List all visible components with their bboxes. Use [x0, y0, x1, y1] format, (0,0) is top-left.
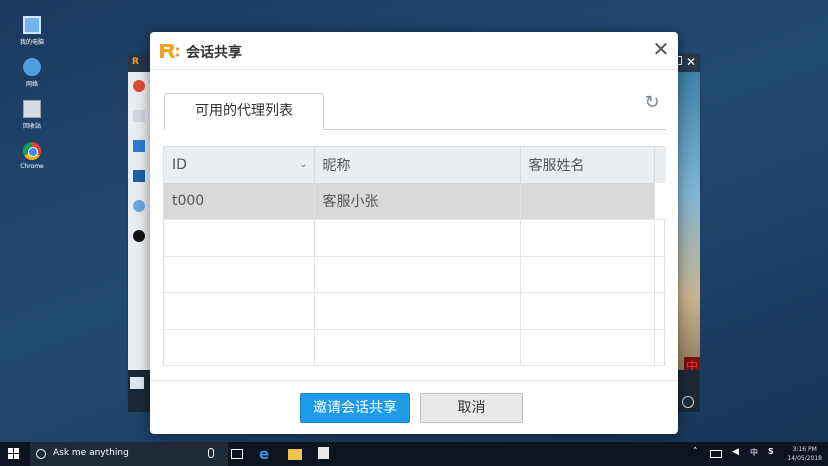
desktop-icon-label: Chrome [20, 163, 44, 170]
chrome-icon [23, 142, 41, 160]
computer-icon [23, 16, 41, 34]
app-logo-icon [160, 44, 180, 58]
remote-wallpaper [676, 72, 700, 372]
taskbar-search-box[interactable]: Ask me anything [30, 442, 228, 466]
remote-desktop-icons [128, 72, 150, 372]
refresh-icon[interactable]: ↻ [642, 93, 662, 113]
network-icon [23, 58, 41, 76]
tab-bar: 可用的代理列表 ↻ [164, 93, 666, 130]
recycle-bin-icon [23, 100, 41, 118]
remote-network-icon[interactable] [133, 200, 145, 212]
file-explorer-icon[interactable] [288, 449, 302, 460]
agents-table: ID ⌄ 昵称 客服姓名 t000 客服小张 [163, 146, 666, 367]
column-header-label: 昵称 [322, 158, 351, 174]
desktop-icon-label: 回收站 [22, 123, 41, 130]
remote-app-icon[interactable] [133, 170, 145, 182]
table-row-empty [164, 256, 666, 294]
remote-chrome-icon[interactable] [133, 80, 145, 92]
chevron-down-icon[interactable]: ⌄ [299, 159, 307, 170]
dialog-footer: 邀请会话共享 取消 [150, 380, 678, 434]
windows-start-icon[interactable] [8, 448, 20, 460]
column-header-id[interactable]: ID ⌄ [164, 147, 315, 183]
cell-agent-name [520, 183, 655, 221]
remote-close-icon[interactable]: ✕ [686, 55, 696, 69]
tab-available-agents[interactable]: 可用的代理列表 [164, 93, 324, 130]
search-icon [36, 449, 46, 459]
search-placeholder: Ask me anything [53, 448, 129, 458]
column-header-label: ID [172, 157, 187, 173]
remote-app-logo-icon: R [132, 57, 139, 67]
store-icon[interactable] [318, 447, 329, 459]
volume-icon[interactable]: ◀ [732, 447, 739, 457]
table-row-empty [164, 329, 666, 367]
network-tray-icon[interactable] [710, 450, 722, 458]
table-row[interactable]: t000 客服小张 [164, 183, 666, 221]
clock-time: 3:16 PM [792, 446, 817, 453]
remote-chat-icon[interactable] [130, 377, 144, 389]
remote-app-icon[interactable] [133, 140, 145, 152]
microphone-icon[interactable] [208, 448, 214, 458]
desktop-icon-network[interactable]: 网络 [14, 56, 50, 98]
clock-date: 14/05/2018 [787, 455, 822, 462]
taskbar-clock[interactable]: 3:16 PM 14/05/2018 [787, 445, 822, 463]
remote-file-icon[interactable] [133, 110, 145, 122]
table-header-row: ID ⌄ 昵称 客服姓名 [164, 147, 666, 183]
task-view-icon[interactable] [231, 449, 243, 459]
ime-mode-icon[interactable]: S [768, 447, 774, 456]
desktop-icon-recycle-bin[interactable]: 回收站 [14, 98, 50, 140]
taskbar: Ask me anything e ˄ ◀ 中 S 3:16 PM 14/05/… [0, 442, 828, 466]
invite-session-share-button[interactable]: 邀请会话共享 [300, 393, 410, 423]
column-header-nickname[interactable]: 昵称 [314, 147, 521, 183]
desktop-icon-label: 我的电脑 [19, 39, 44, 46]
remote-settings-icon[interactable] [682, 396, 694, 408]
column-header-label: 客服姓名 [528, 158, 585, 174]
column-header-agent-name[interactable]: 客服姓名 [520, 147, 655, 183]
desktop-icon-label: 网络 [25, 81, 38, 88]
desktop-icon-chrome[interactable]: Chrome [14, 140, 50, 182]
cell-filler [654, 183, 666, 221]
cancel-button[interactable]: 取消 [420, 393, 523, 423]
close-icon[interactable]: ✕ [650, 38, 672, 60]
column-header-filler [654, 147, 666, 183]
cell-nickname: 客服小张 [314, 183, 521, 221]
dialog-title: 会话共享 [186, 45, 242, 61]
tray-chevron-up-icon[interactable]: ˄ [693, 447, 698, 457]
desktop-icon-my-computer[interactable]: 我的电脑 [14, 14, 50, 56]
table-row-empty [164, 292, 666, 330]
ime-icon[interactable]: 中 [750, 447, 758, 458]
desktop-icons: 我的电脑 网络 回收站 Chrome [14, 14, 50, 182]
edge-icon[interactable]: e [259, 447, 273, 462]
cell-id: t000 [164, 183, 315, 221]
dialog-header: 会话共享 ✕ [150, 32, 678, 70]
session-share-dialog: 会话共享 ✕ 可用的代理列表 ↻ ID ⌄ 昵称 客服姓名 t000 客服小张 … [150, 32, 678, 434]
remote-qq-icon[interactable] [133, 230, 145, 242]
table-row-empty [164, 219, 666, 257]
